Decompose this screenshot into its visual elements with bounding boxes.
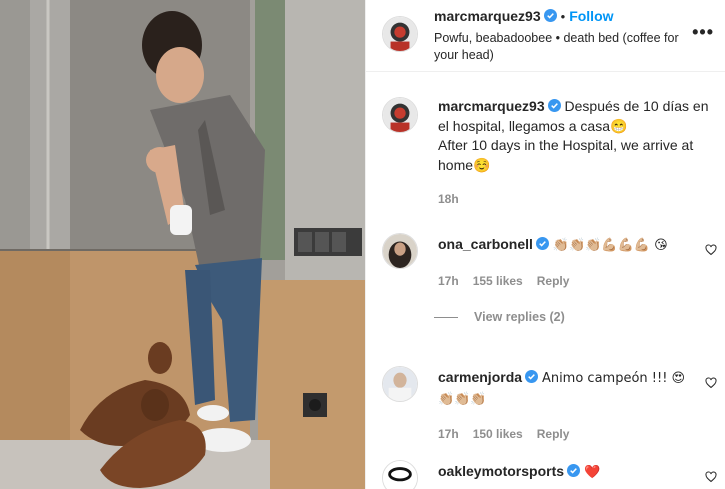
- post-header: marcmarquez93 • Follow Powfu, beabadoobee …: [366, 0, 725, 72]
- caption: marcmarquez93 Después de 10 días en el h…: [438, 97, 718, 206]
- comment-avatar[interactable]: [382, 233, 418, 269]
- video-frame-image: [0, 0, 365, 489]
- comment-likes[interactable]: 150 likes: [473, 427, 523, 441]
- comment-time[interactable]: 17h: [438, 274, 459, 288]
- comment-text: 👏🏼👏🏼👏🏼💪🏼💪🏼💪🏼 😘: [552, 238, 668, 253]
- author-avatar-image: [383, 17, 417, 51]
- view-replies-line: [434, 316, 458, 318]
- author-avatar[interactable]: [382, 16, 418, 52]
- comment-item: oakleymotorsports ❤️: [438, 462, 698, 483]
- caption-username[interactable]: marcmarquez93: [438, 98, 545, 114]
- caption-time[interactable]: 18h: [438, 192, 718, 206]
- author-username[interactable]: marcmarquez93: [434, 8, 541, 24]
- comment-avatar[interactable]: [382, 460, 418, 489]
- like-comment-heart-icon[interactable]: [705, 244, 717, 256]
- view-replies-label: View replies (2): [474, 309, 565, 324]
- verified-badge-icon: [547, 99, 561, 112]
- comment-meta: 17h 155 likes Reply: [438, 274, 698, 288]
- post-video[interactable]: [0, 0, 365, 489]
- comment-username[interactable]: oakleymotorsports: [438, 463, 564, 479]
- comment-avatar-image: [383, 234, 417, 268]
- follow-button[interactable]: Follow: [569, 8, 613, 24]
- music-info[interactable]: Powfu, beabadoobee • death bed (coffee f…: [434, 30, 696, 64]
- header-separator: •: [560, 9, 566, 24]
- caption-avatar[interactable]: [382, 97, 418, 133]
- verified-badge-icon: [567, 464, 581, 477]
- comment-username[interactable]: ona_carbonell: [438, 236, 533, 252]
- oakley-logo-icon: [383, 461, 417, 489]
- comment-username[interactable]: carmenjorda: [438, 369, 522, 385]
- caption-text-en: After 10 days in the Hospital, we arrive…: [438, 137, 694, 173]
- comment-reply-button[interactable]: Reply: [537, 427, 570, 441]
- more-options-icon[interactable]: •••: [692, 22, 714, 43]
- view-replies-button[interactable]: View replies (2): [434, 310, 698, 324]
- comment-text: ❤️: [583, 465, 601, 480]
- comment-avatar-image: [383, 367, 417, 401]
- comment-reply-button[interactable]: Reply: [537, 274, 570, 288]
- comment-likes[interactable]: 155 likes: [473, 274, 523, 288]
- comment-meta: 17h 150 likes Reply: [438, 427, 698, 441]
- comment-item: ona_carbonell 👏🏼👏🏼👏🏼💪🏼💪🏼💪🏼 😘 17h 155 like…: [434, 235, 698, 324]
- verified-badge-icon: [525, 370, 539, 383]
- post-sidebar: marcmarquez93 • Follow Powfu, beabadoobee …: [365, 0, 725, 489]
- like-comment-heart-icon[interactable]: [705, 471, 717, 483]
- comment-time[interactable]: 17h: [438, 427, 459, 441]
- comment-item: carmenjorda Animo campeón !!! 😍👏🏼👏🏼👏🏼 17…: [438, 368, 698, 441]
- caption-avatar-image: [383, 98, 417, 132]
- like-comment-heart-icon[interactable]: [705, 377, 717, 389]
- verified-badge-icon: [535, 237, 549, 250]
- comment-avatar[interactable]: [382, 366, 418, 402]
- verified-badge-icon: [543, 9, 557, 22]
